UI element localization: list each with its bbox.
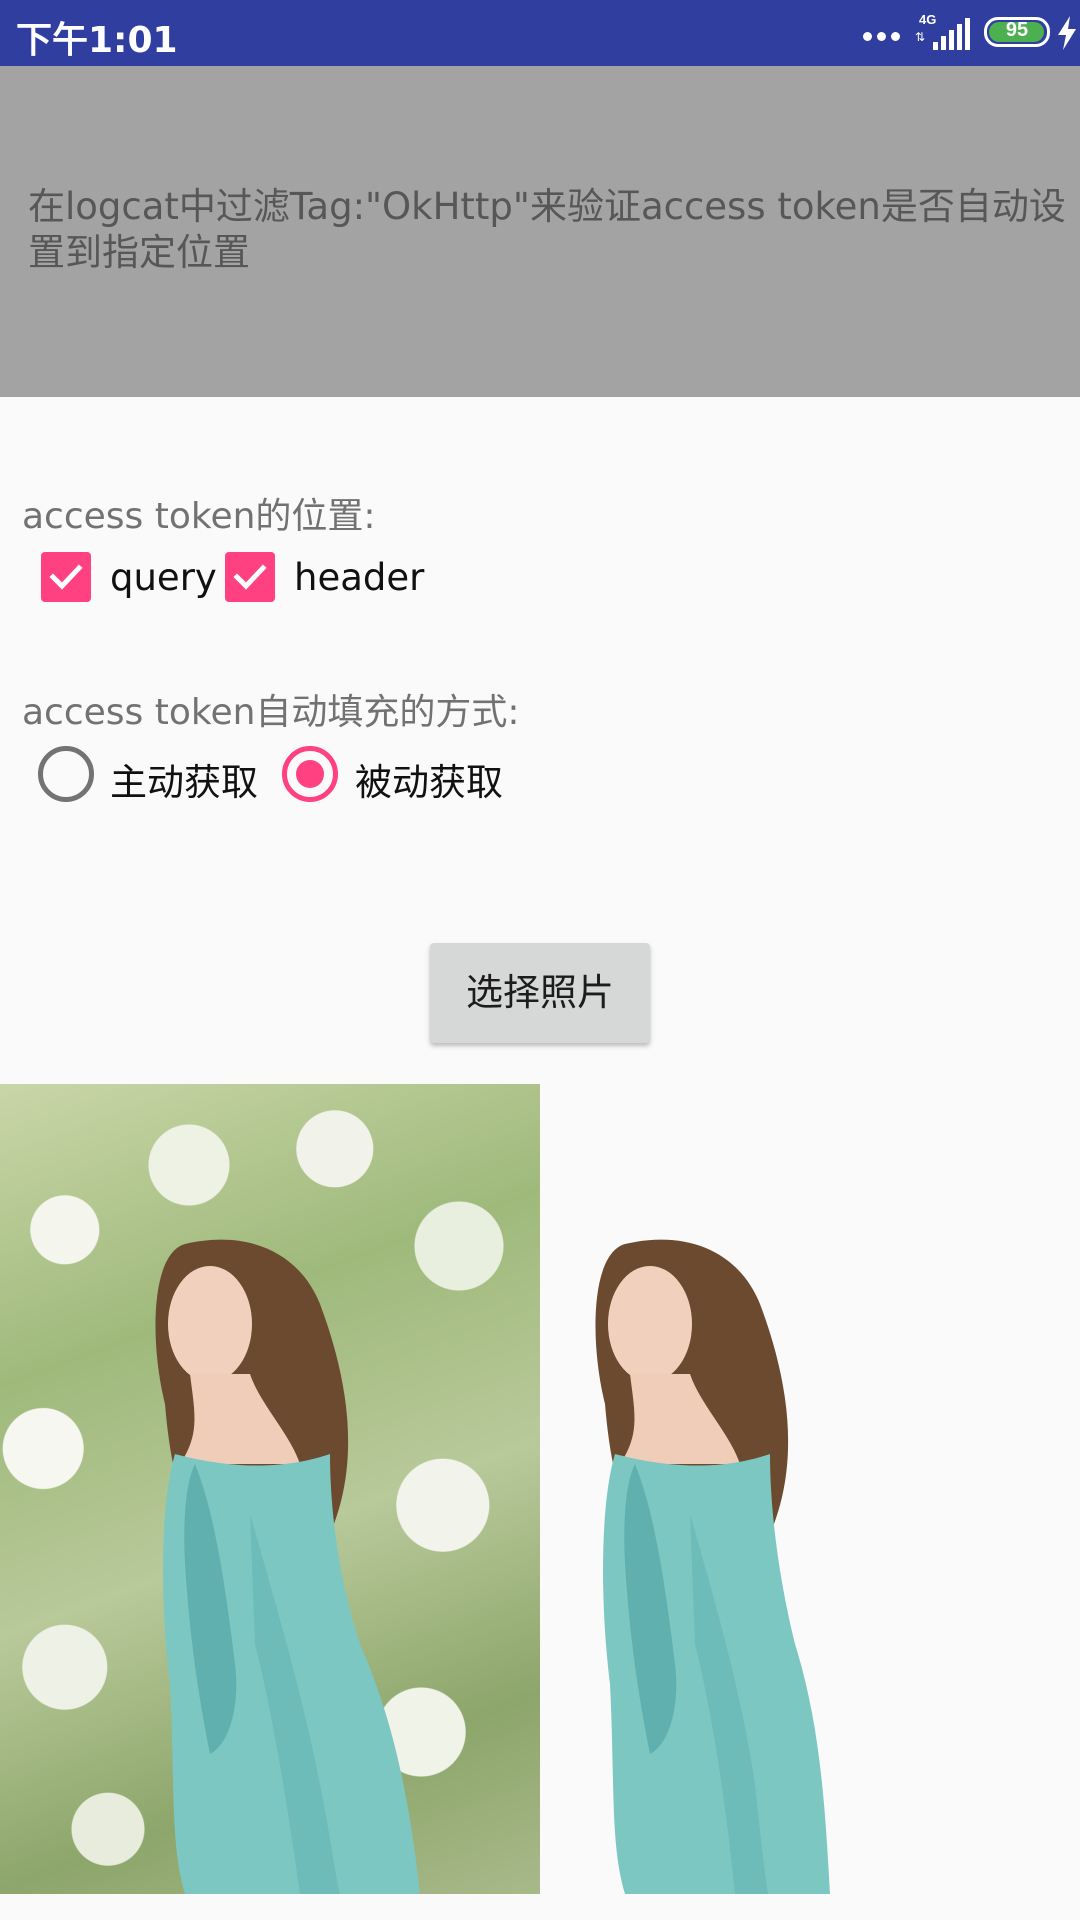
select-photo-button[interactable]: 选择照片 [430, 943, 650, 1043]
query-checkbox-label[interactable]: query [110, 556, 217, 599]
cutout-photo [540, 1084, 1080, 1894]
check-icon [49, 564, 83, 590]
method-section-label: access token自动填充的方式: [22, 692, 520, 733]
battery-icon: 95 [984, 17, 1050, 47]
photo-icon [155, 1239, 420, 1894]
signal-icon: 4G ⇅ [913, 12, 973, 52]
query-checkbox[interactable] [41, 552, 91, 602]
active-fetch-label[interactable]: 主动获取 [110, 752, 258, 806]
header-checkbox[interactable] [225, 552, 275, 602]
status-time: 下午1:01 [16, 20, 178, 61]
passive-fetch-label[interactable]: 被动获取 [355, 752, 503, 806]
radio-selected-dot [296, 760, 324, 788]
original-photo [0, 1084, 540, 1894]
instruction-text: 在logcat中过滤Tag:"OkHttp"来验证access token是否自… [28, 185, 1066, 274]
passive-fetch-radio[interactable] [282, 746, 338, 802]
status-bar: 下午1:01 4G ⇅ 95 [0, 0, 1080, 66]
data-arrows-icon: ⇅ [915, 30, 926, 44]
check-icon [233, 564, 267, 590]
header-checkbox-label[interactable]: header [294, 556, 424, 599]
battery-level: 95 [1005, 19, 1029, 41]
charging-icon [1058, 16, 1076, 50]
location-section-label: access token的位置: [22, 496, 376, 537]
more-dots-icon [863, 32, 903, 42]
photo-icon [595, 1239, 830, 1894]
instruction-banner: 在logcat中过滤Tag:"OkHttp"来验证access token是否自… [0, 66, 1080, 397]
signal-bars [933, 18, 973, 50]
active-fetch-radio[interactable] [38, 746, 94, 802]
